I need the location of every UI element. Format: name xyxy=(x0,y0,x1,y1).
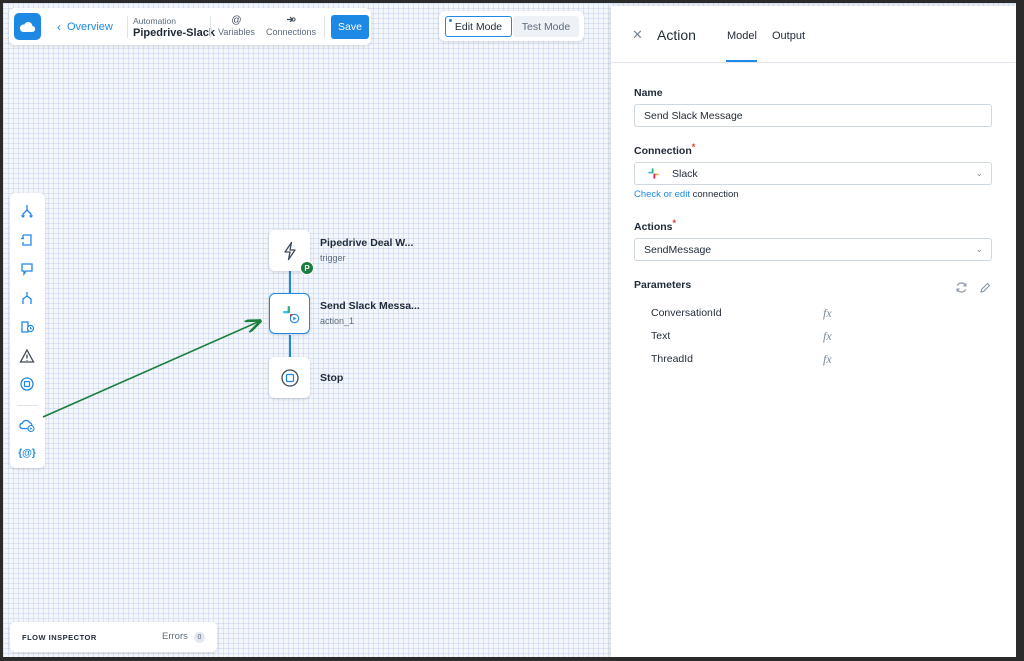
tab-output[interactable]: Output xyxy=(772,30,805,42)
slack-logo-icon xyxy=(648,168,659,179)
check-connection-text: Check or edit connection xyxy=(634,189,739,200)
close-icon[interactable]: ✕ xyxy=(632,27,643,43)
actions-label-text: Actions xyxy=(634,221,673,233)
chevron-down-icon: ⌄ xyxy=(975,168,983,178)
flow-connector xyxy=(289,335,291,357)
flow-connector xyxy=(289,271,291,293)
parameters-label: Parameters xyxy=(634,279,692,291)
name-input-value: Send Slack Message xyxy=(644,109,743,122)
connection-select-value: Slack xyxy=(672,167,698,180)
fx-icon[interactable]: fx xyxy=(823,306,832,321)
parameter-conversation-id: ConversationId xyxy=(651,307,722,319)
trigger-node[interactable]: P xyxy=(269,230,314,275)
actions-select-value: SendMessage xyxy=(644,243,712,256)
action-node[interactable] xyxy=(269,293,310,334)
stop-node[interactable] xyxy=(269,357,310,398)
lightning-icon xyxy=(283,241,296,260)
action-node-title: Send Slack Messa... xyxy=(320,300,420,312)
action-properties-panel: ✕ Action Model Output Name Send Slack Me… xyxy=(611,6,1016,657)
slack-icon xyxy=(282,305,299,323)
parameter-text: Text xyxy=(651,330,671,342)
tab-model[interactable]: Model xyxy=(727,30,757,42)
stop-icon xyxy=(280,368,299,387)
errors-count-badge: 0 xyxy=(194,632,205,643)
flow-inspector[interactable]: FLOW INSPECTOR Errors 0 xyxy=(10,622,217,652)
trigger-node-title: Pipedrive Deal W... xyxy=(320,237,414,249)
errors-label[interactable]: Errors xyxy=(162,631,188,642)
automation-canvas[interactable]: ‹ Overview Automation Pipedrive-Slack @ … xyxy=(3,3,1016,657)
required-marker: * xyxy=(672,218,677,228)
edit-pencil-icon[interactable] xyxy=(979,281,991,299)
actions-label: Actions* xyxy=(634,218,677,233)
panel-title: Action xyxy=(657,27,696,43)
active-tab-indicator xyxy=(726,60,757,62)
fx-icon[interactable]: fx xyxy=(823,329,832,344)
trigger-node-subtitle: trigger xyxy=(320,253,346,263)
check-rest-text: connection xyxy=(689,189,739,200)
connection-label: Connection* xyxy=(634,142,696,157)
parameter-thread-id: ThreadId xyxy=(651,353,694,365)
flow-inspector-title: FLOW INSPECTOR xyxy=(22,633,97,642)
refresh-icon[interactable] xyxy=(955,281,968,299)
check-edit-link[interactable]: Check or edit xyxy=(634,189,690,200)
stop-node-title: Stop xyxy=(320,372,344,384)
fx-icon[interactable]: fx xyxy=(823,352,832,367)
required-marker: * xyxy=(691,142,696,152)
panel-header: ✕ Action Model Output xyxy=(611,6,1016,63)
name-label: Name xyxy=(634,87,663,99)
chevron-down-icon: ⌄ xyxy=(975,244,983,254)
actions-select[interactable]: SendMessage ⌄ xyxy=(634,238,992,261)
name-input[interactable]: Send Slack Message xyxy=(634,104,992,127)
connection-label-text: Connection xyxy=(634,145,692,157)
connection-select[interactable]: Slack ⌄ xyxy=(634,162,992,185)
pipedrive-badge-icon: P xyxy=(300,261,314,275)
action-node-subtitle: action_1 xyxy=(320,316,355,326)
